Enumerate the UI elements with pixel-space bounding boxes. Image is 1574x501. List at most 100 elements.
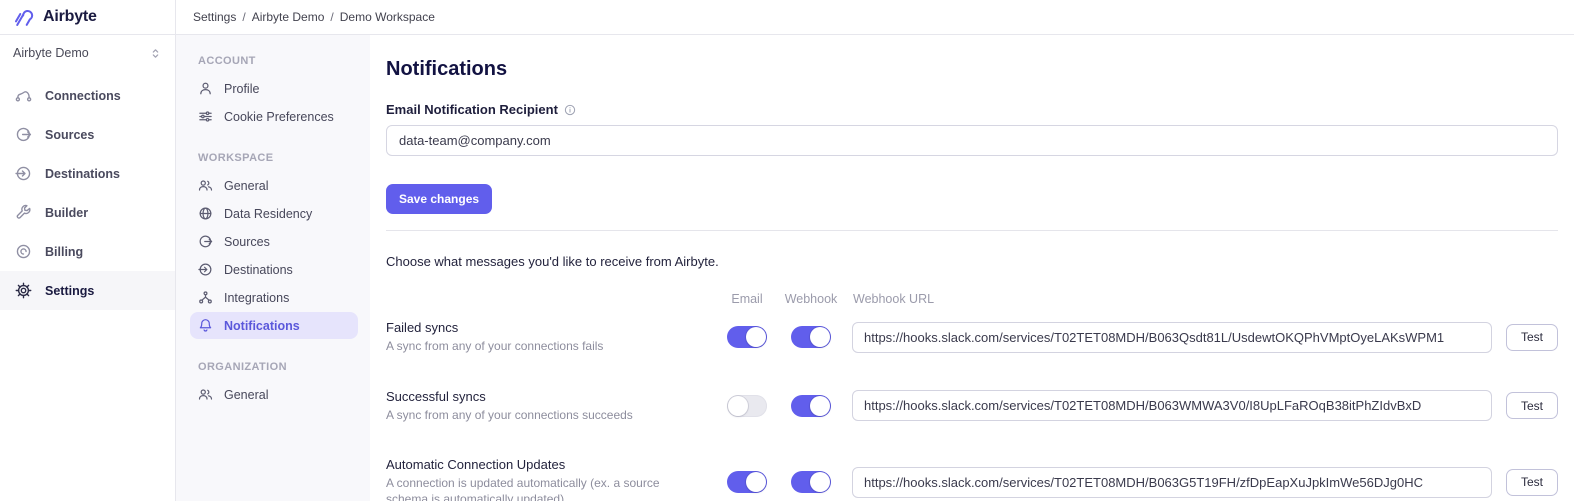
row-description: A connection is updated automatically (e… [386,476,700,501]
settings-item-general[interactable]: General [190,172,358,199]
breadcrumb-settings[interactable]: Settings [193,10,236,24]
settings-item-org-general[interactable]: General [190,381,358,408]
settings-item-label: Data Residency [224,207,312,221]
sliders-icon [198,109,213,124]
content-wrap: ACCOUNT Profile [176,35,1574,501]
notifications-page: Notifications Email Notification Recipie… [370,35,1574,501]
intro-text: Choose what messages you'd like to recei… [386,254,1558,269]
sidebar-item-label: Billing [45,245,83,259]
save-changes-button[interactable]: Save changes [386,184,492,214]
settings-item-label: Destinations [224,263,293,277]
webhook-toggle[interactable] [791,471,831,493]
notifications-table-header: Email Webhook Webhook URL [386,290,1558,308]
row-title: Automatic Connection Updates [386,457,700,472]
workspace-selector[interactable]: Airbyte Demo [0,35,175,70]
sidebar-item-settings[interactable]: Settings [0,271,175,310]
test-button[interactable]: Test [1506,324,1558,351]
settings-item-notifications[interactable]: Notifications [190,312,358,339]
settings-item-label: Profile [224,82,259,96]
row-description: A sync from any of your connections fail… [386,339,700,355]
airbyte-logo-icon [13,6,36,29]
test-button[interactable]: Test [1506,469,1558,496]
page-title: Notifications [386,58,1558,81]
settings-section-workspace: WORKSPACE General [190,152,358,339]
row-title: Failed syncs [386,320,700,335]
sidebar-item-label: Sources [45,128,94,142]
breadcrumb-separator: / [242,10,245,24]
notifications-table: Email Webhook Webhook URL Failed syncs A… [386,290,1558,501]
settings-item-destinations[interactable]: Destinations [190,256,358,283]
webhook-toggle[interactable] [791,326,831,348]
breadcrumb-workspace[interactable]: Demo Workspace [340,10,435,24]
integrations-icon [198,290,213,305]
settings-item-label: General [224,179,268,193]
test-button[interactable]: Test [1506,392,1558,419]
email-toggle[interactable] [727,395,767,417]
email-toggle[interactable] [727,471,767,493]
sidebar-item-builder[interactable]: Builder [0,193,175,232]
main-sidebar: Airbyte Airbyte Demo Connections [0,0,176,501]
settings-item-label: Cookie Preferences [224,110,334,124]
sidebar-item-sources[interactable]: Sources [0,115,175,154]
workspace-selector-label: Airbyte Demo [13,46,89,60]
brand-logo[interactable]: Airbyte [0,0,175,35]
gear-icon [15,282,32,299]
section-title: ORGANIZATION [198,361,358,373]
sidebar-nav: Connections Sources Dest [0,76,175,310]
sources-icon [15,126,32,143]
sort-chevrons-icon [149,47,162,60]
settings-item-label: Sources [224,235,270,249]
breadcrumb-org[interactable]: Airbyte Demo [252,10,325,24]
sidebar-item-label: Destinations [45,167,120,181]
email-toggle[interactable] [727,326,767,348]
destinations-icon [198,262,213,277]
sidebar-item-label: Builder [45,206,88,220]
section-title: WORKSPACE [198,152,358,164]
globe-icon [198,206,213,221]
connections-icon [15,87,32,104]
column-header-webhook: Webhook [785,292,838,306]
section-title: ACCOUNT [198,55,358,67]
table-row-automatic-connection-updates: Automatic Connection Updates A connectio… [386,457,1558,501]
settings-item-data-residency[interactable]: Data Residency [190,200,358,227]
settings-section-organization: ORGANIZATION General [190,361,358,408]
settings-nav: ACCOUNT Profile [176,35,370,501]
settings-item-profile[interactable]: Profile [190,75,358,102]
bell-icon [198,318,213,333]
brand-name: Airbyte [43,8,97,26]
sidebar-item-destinations[interactable]: Destinations [0,154,175,193]
sidebar-item-label: Settings [45,284,94,298]
settings-item-label: Integrations [224,291,289,305]
settings-item-label: General [224,388,268,402]
sidebar-item-billing[interactable]: Billing [0,232,175,271]
info-icon[interactable] [564,104,576,116]
webhook-url-input[interactable] [852,467,1492,498]
settings-item-cookie-preferences[interactable]: Cookie Preferences [190,103,358,130]
email-recipient-input[interactable] [386,125,1558,156]
profile-icon [198,81,213,96]
row-title: Successful syncs [386,389,700,404]
people-icon [198,387,213,402]
builder-icon [15,204,32,221]
breadcrumb: Settings / Airbyte Demo / Demo Workspace [176,0,1574,35]
settings-item-integrations[interactable]: Integrations [190,284,358,311]
sources-icon [198,234,213,249]
right-region: Settings / Airbyte Demo / Demo Workspace… [176,0,1574,501]
webhook-url-input[interactable] [852,322,1492,353]
sidebar-item-connections[interactable]: Connections [0,76,175,115]
billing-icon [15,243,32,260]
row-description: A sync from any of your connections succ… [386,408,700,424]
breadcrumb-separator: / [330,10,333,24]
table-row-successful-syncs: Successful syncs A sync from any of your… [386,389,1558,424]
people-icon [198,178,213,193]
settings-item-sources[interactable]: Sources [190,228,358,255]
app-window: Airbyte Airbyte Demo Connections [0,0,1574,501]
webhook-toggle[interactable] [791,395,831,417]
webhook-url-input[interactable] [852,390,1492,421]
section-divider [386,230,1558,231]
table-row-failed-syncs: Failed syncs A sync from any of your con… [386,320,1558,355]
settings-section-account: ACCOUNT Profile [190,55,358,130]
email-recipient-label: Email Notification Recipient [386,102,558,117]
sidebar-item-label: Connections [45,89,121,103]
settings-item-label: Notifications [224,319,300,333]
